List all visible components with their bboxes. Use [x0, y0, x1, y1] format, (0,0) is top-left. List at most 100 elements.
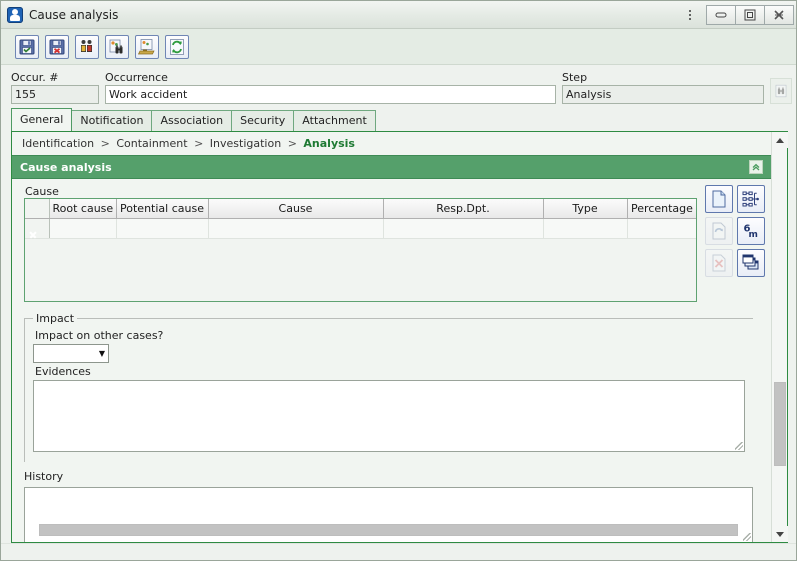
- cell-potential-cause[interactable]: [116, 218, 209, 239]
- chevron-down-icon: ▼: [98, 349, 105, 358]
- tab-bar: General Notification Association Securit…: [1, 104, 796, 131]
- occurrence-field: Occurrence: [105, 71, 556, 104]
- breadcrumb-item-containment[interactable]: Containment: [116, 137, 187, 150]
- app-logo-icon: [7, 6, 23, 23]
- cause-action-buttons: 6 m: [705, 185, 765, 302]
- section-header-cause-analysis: Cause analysis: [12, 155, 771, 179]
- team-button[interactable]: [75, 34, 99, 59]
- hscroll-track[interactable]: [39, 523, 738, 537]
- report-button[interactable]: [135, 34, 159, 59]
- application-window: Cause analysis Occur. # 155 Occurrence W…: [0, 0, 797, 561]
- floppy-delete-icon: [49, 39, 65, 54]
- occurrence-number-input[interactable]: [11, 85, 99, 104]
- delete-x-icon: [712, 254, 726, 272]
- impact-section: Impact Impact on other cases? ▼ Evidence…: [12, 302, 771, 462]
- column-header-marker: [25, 199, 50, 219]
- tab-notification[interactable]: Notification: [71, 110, 153, 131]
- edit-arrow-icon: [712, 222, 726, 240]
- new-document-icon: [712, 190, 726, 208]
- breadcrumb-separator: >: [287, 137, 297, 150]
- table-row[interactable]: [25, 218, 696, 239]
- column-header-percentage[interactable]: Percentage: [627, 199, 696, 219]
- column-header-resp-dpt[interactable]: Resp.Dpt.: [383, 199, 544, 219]
- new-cause-button[interactable]: [705, 185, 733, 213]
- resize-grip-icon[interactable]: [735, 442, 743, 450]
- tab-label: Notification: [80, 114, 144, 127]
- cause-grid[interactable]: Root cause Potential cause Cause Resp.Dp…: [24, 198, 697, 302]
- tab-general[interactable]: General: [11, 108, 73, 131]
- vscroll-track[interactable]: [772, 148, 788, 526]
- occurrence-lookup-button[interactable]: [770, 78, 792, 104]
- six-m-method-button[interactable]: 6 m: [737, 217, 765, 245]
- close-button[interactable]: [764, 4, 794, 25]
- horizontal-scrollbar[interactable]: [24, 522, 753, 538]
- occurrence-input[interactable]: [105, 85, 556, 104]
- cause-group: Cause Root cause Potential cause Cause R…: [12, 185, 771, 302]
- minimize-button[interactable]: [706, 4, 736, 25]
- scroll-down-button[interactable]: [771, 526, 788, 542]
- cell-root-cause[interactable]: [49, 218, 117, 239]
- breadcrumb-item-analysis[interactable]: Analysis: [303, 137, 355, 150]
- refresh-button[interactable]: [165, 34, 189, 59]
- occurrence-number-label: Occur. #: [11, 71, 59, 84]
- delete-cause-button[interactable]: [705, 249, 733, 277]
- cell-resp-dpt[interactable]: [383, 218, 544, 239]
- window-menu-icon[interactable]: [679, 5, 701, 25]
- history-section: History: [12, 462, 771, 542]
- hscroll-thumb[interactable]: [39, 524, 738, 536]
- panel-content: Identification > Containment > Investiga…: [12, 132, 771, 542]
- report-page-icon: [138, 38, 155, 54]
- impact-question-label: Impact on other cases?: [35, 329, 164, 342]
- search-button[interactable]: [105, 34, 129, 59]
- evidences-label: Evidences: [35, 365, 91, 378]
- vertical-scrollbar[interactable]: [771, 132, 788, 542]
- evidences-textarea[interactable]: [33, 380, 745, 452]
- people-icon: [81, 39, 92, 52]
- tab-attachment[interactable]: Attachment: [293, 110, 376, 131]
- step-label: Step: [562, 71, 588, 84]
- vscroll-thumb[interactable]: [773, 382, 786, 466]
- impact-select[interactable]: ▼: [33, 344, 109, 363]
- floppy-save-icon: [19, 39, 35, 54]
- cell-percentage[interactable]: [627, 218, 696, 239]
- tab-label: General: [20, 113, 64, 126]
- scroll-up-button[interactable]: [771, 132, 788, 148]
- title-bar: Cause analysis: [1, 1, 796, 29]
- row-record-indicator[interactable]: [25, 218, 50, 239]
- step-field: Step: [562, 71, 764, 104]
- svg-text:m: m: [749, 230, 758, 240]
- tree-diagram-icon: [742, 191, 759, 207]
- main-toolbar: [1, 29, 796, 65]
- maximize-button[interactable]: [735, 4, 765, 25]
- collapse-section-button[interactable]: [749, 160, 763, 174]
- column-header-cause[interactable]: Cause: [208, 199, 384, 219]
- tab-label: Association: [160, 114, 224, 127]
- cell-cause[interactable]: [208, 218, 384, 239]
- binoculars-page-icon: [109, 39, 123, 53]
- tab-label: Security: [240, 114, 286, 127]
- general-tab-panel: Identification > Containment > Investiga…: [11, 131, 788, 543]
- window-title: Cause analysis: [29, 7, 119, 22]
- resize-grip-icon[interactable]: [743, 533, 751, 541]
- tab-security[interactable]: Security: [231, 110, 295, 131]
- breadcrumb-item-investigation[interactable]: Investigation: [210, 137, 281, 150]
- history-label: History: [24, 470, 64, 483]
- breadcrumb-separator: >: [100, 137, 110, 150]
- cell-type[interactable]: [543, 218, 628, 239]
- fishbone-diagram-button[interactable]: [737, 185, 765, 213]
- cause-grid-header-row: Root cause Potential cause Cause Resp.Dp…: [25, 199, 696, 219]
- status-bar: [1, 543, 796, 560]
- column-header-potential-cause[interactable]: Potential cause: [116, 199, 209, 219]
- step-input[interactable]: [562, 85, 764, 104]
- save-close-button[interactable]: [45, 34, 69, 59]
- binoculars-page-icon: [775, 84, 787, 98]
- tab-association[interactable]: Association: [151, 110, 233, 131]
- column-header-root-cause[interactable]: Root cause: [49, 199, 117, 219]
- edit-cause-button[interactable]: [705, 217, 733, 245]
- column-header-type[interactable]: Type: [543, 199, 628, 219]
- cascade-windows-button[interactable]: [737, 249, 765, 277]
- cascade-icon: [742, 254, 759, 270]
- save-button[interactable]: [15, 34, 39, 59]
- cause-group-label: Cause: [25, 185, 59, 198]
- breadcrumb-item-identification[interactable]: Identification: [22, 137, 94, 150]
